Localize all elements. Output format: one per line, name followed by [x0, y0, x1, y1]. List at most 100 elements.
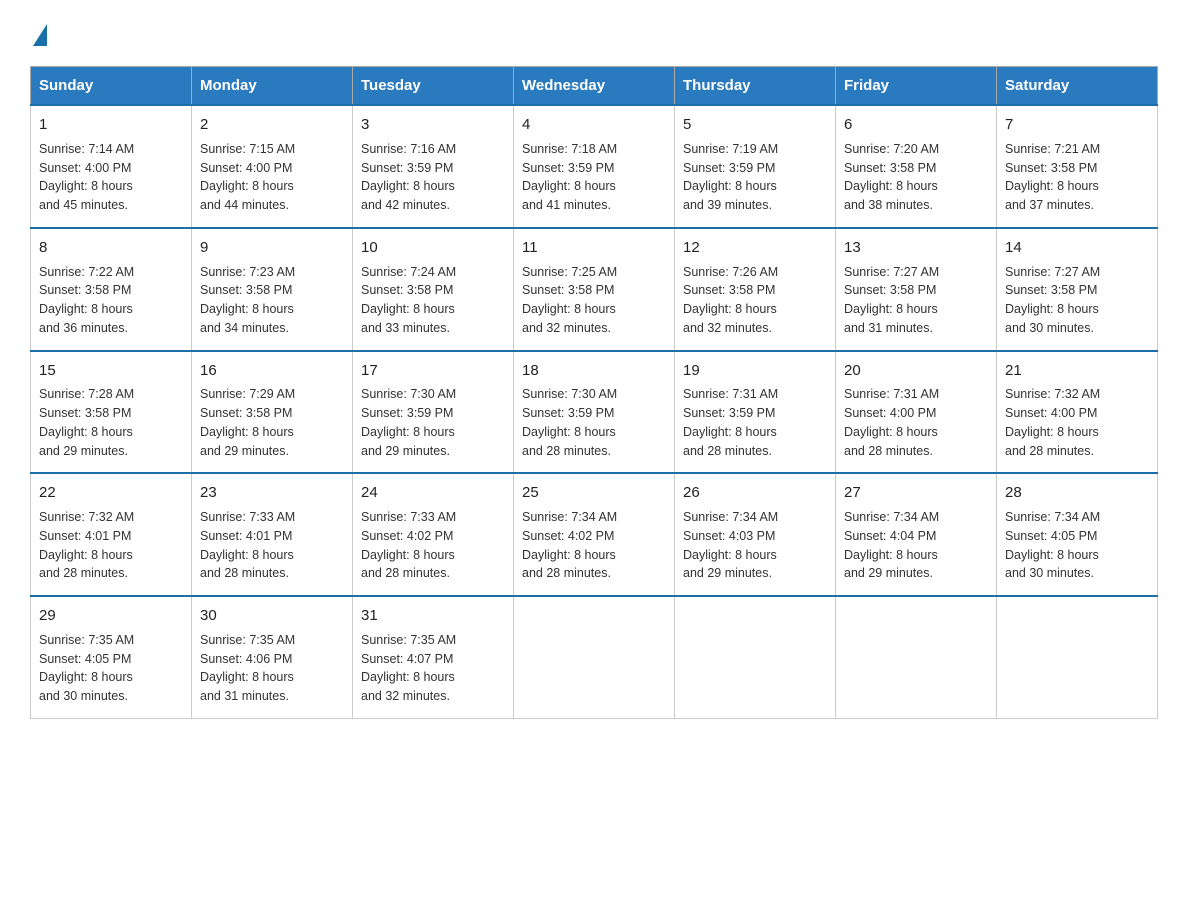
day-info: Sunrise: 7:29 AMSunset: 3:58 PMDaylight:…: [200, 385, 344, 460]
week-row-2: 8Sunrise: 7:22 AMSunset: 3:58 PMDaylight…: [31, 228, 1158, 351]
calendar-cell: 6 Sunrise: 7:20 AMSunset: 3:58 PMDaylight…: [836, 105, 997, 228]
day-number: 23: [200, 482, 344, 504]
day-number: 3: [361, 114, 505, 136]
day-number: 26: [683, 482, 827, 504]
day-info: Sunrise: 7:31 AMSunset: 4:00 PMDaylight:…: [844, 385, 988, 460]
col-header-friday: Friday: [836, 67, 997, 106]
day-info: Sunrise: 7:19 AMSunset: 3:59 PMDaylight:…: [683, 140, 827, 215]
day-info: Sunrise: 7:20 AMSunset: 3:58 PMDaylight:…: [844, 140, 988, 215]
calendar-table: SundayMondayTuesdayWednesdayThursdayFrid…: [30, 66, 1158, 719]
calendar-cell: [675, 596, 836, 718]
col-header-tuesday: Tuesday: [353, 67, 514, 106]
week-row-5: 29 Sunrise: 7:35 AMSunset: 4:05 PMDayligh…: [31, 596, 1158, 718]
calendar-cell: 23 Sunrise: 7:33 AMSunset: 4:01 PMDayligh…: [192, 473, 353, 596]
day-info: Sunrise: 7:35 AMSunset: 4:07 PMDaylight:…: [361, 631, 505, 706]
calendar-cell: 8Sunrise: 7:22 AMSunset: 3:58 PMDaylight…: [31, 228, 192, 351]
day-info: Sunrise: 7:14 AMSunset: 4:00 PMDaylight:…: [39, 140, 183, 215]
day-number: 22: [39, 482, 183, 504]
calendar-cell: 7 Sunrise: 7:21 AMSunset: 3:58 PMDaylight…: [997, 105, 1158, 228]
day-number: 8: [39, 237, 183, 259]
calendar-cell: 1 Sunrise: 7:14 AMSunset: 4:00 PMDaylight…: [31, 105, 192, 228]
day-number: 21: [1005, 360, 1149, 382]
week-row-4: 22 Sunrise: 7:32 AMSunset: 4:01 PMDayligh…: [31, 473, 1158, 596]
day-number: 9: [200, 237, 344, 259]
day-info: Sunrise: 7:27 AMSunset: 3:58 PMDaylight:…: [844, 263, 988, 338]
day-info: Sunrise: 7:35 AMSunset: 4:06 PMDaylight:…: [200, 631, 344, 706]
calendar-cell: [514, 596, 675, 718]
calendar-cell: 4 Sunrise: 7:18 AMSunset: 3:59 PMDaylight…: [514, 105, 675, 228]
calendar-cell: 19Sunrise: 7:31 AMSunset: 3:59 PMDayligh…: [675, 351, 836, 474]
col-header-wednesday: Wednesday: [514, 67, 675, 106]
calendar-cell: 31 Sunrise: 7:35 AMSunset: 4:07 PMDayligh…: [353, 596, 514, 718]
calendar-cell: 16 Sunrise: 7:29 AMSunset: 3:58 PMDayligh…: [192, 351, 353, 474]
day-info: Sunrise: 7:34 AMSunset: 4:02 PMDaylight:…: [522, 508, 666, 583]
calendar-cell: 18 Sunrise: 7:30 AMSunset: 3:59 PMDayligh…: [514, 351, 675, 474]
calendar-cell: 24Sunrise: 7:33 AMSunset: 4:02 PMDayligh…: [353, 473, 514, 596]
day-number: 5: [683, 114, 827, 136]
day-info: Sunrise: 7:24 AMSunset: 3:58 PMDaylight:…: [361, 263, 505, 338]
day-info: Sunrise: 7:27 AMSunset: 3:58 PMDaylight:…: [1005, 263, 1149, 338]
day-number: 1: [39, 114, 183, 136]
day-number: 31: [361, 605, 505, 627]
calendar-cell: 22 Sunrise: 7:32 AMSunset: 4:01 PMDayligh…: [31, 473, 192, 596]
calendar-cell: 28Sunrise: 7:34 AMSunset: 4:05 PMDayligh…: [997, 473, 1158, 596]
day-number: 18: [522, 360, 666, 382]
day-info: Sunrise: 7:32 AMSunset: 4:01 PMDaylight:…: [39, 508, 183, 583]
day-info: Sunrise: 7:21 AMSunset: 3:58 PMDaylight:…: [1005, 140, 1149, 215]
calendar-cell: 30 Sunrise: 7:35 AMSunset: 4:06 PMDayligh…: [192, 596, 353, 718]
day-info: Sunrise: 7:26 AMSunset: 3:58 PMDaylight:…: [683, 263, 827, 338]
calendar-cell: [997, 596, 1158, 718]
day-info: Sunrise: 7:23 AMSunset: 3:58 PMDaylight:…: [200, 263, 344, 338]
calendar-cell: 14 Sunrise: 7:27 AMSunset: 3:58 PMDayligh…: [997, 228, 1158, 351]
day-number: 7: [1005, 114, 1149, 136]
day-number: 28: [1005, 482, 1149, 504]
calendar-cell: [836, 596, 997, 718]
day-info: Sunrise: 7:33 AMSunset: 4:01 PMDaylight:…: [200, 508, 344, 583]
week-row-1: 1 Sunrise: 7:14 AMSunset: 4:00 PMDaylight…: [31, 105, 1158, 228]
calendar-cell: 10 Sunrise: 7:24 AMSunset: 3:58 PMDayligh…: [353, 228, 514, 351]
calendar-cell: 25Sunrise: 7:34 AMSunset: 4:02 PMDayligh…: [514, 473, 675, 596]
calendar-cell: 15Sunrise: 7:28 AMSunset: 3:58 PMDayligh…: [31, 351, 192, 474]
day-number: 30: [200, 605, 344, 627]
calendar-cell: 20Sunrise: 7:31 AMSunset: 4:00 PMDayligh…: [836, 351, 997, 474]
calendar-cell: 26Sunrise: 7:34 AMSunset: 4:03 PMDayligh…: [675, 473, 836, 596]
day-number: 10: [361, 237, 505, 259]
calendar-cell: 3 Sunrise: 7:16 AMSunset: 3:59 PMDaylight…: [353, 105, 514, 228]
logo-triangle-icon: [33, 24, 47, 46]
day-info: Sunrise: 7:18 AMSunset: 3:59 PMDaylight:…: [522, 140, 666, 215]
day-info: Sunrise: 7:16 AMSunset: 3:59 PMDaylight:…: [361, 140, 505, 215]
day-info: Sunrise: 7:30 AMSunset: 3:59 PMDaylight:…: [522, 385, 666, 460]
day-number: 11: [522, 237, 666, 259]
day-info: Sunrise: 7:15 AMSunset: 4:00 PMDaylight:…: [200, 140, 344, 215]
calendar-cell: 12 Sunrise: 7:26 AMSunset: 3:58 PMDayligh…: [675, 228, 836, 351]
day-info: Sunrise: 7:32 AMSunset: 4:00 PMDaylight:…: [1005, 385, 1149, 460]
day-number: 19: [683, 360, 827, 382]
calendar-cell: 29 Sunrise: 7:35 AMSunset: 4:05 PMDayligh…: [31, 596, 192, 718]
day-number: 29: [39, 605, 183, 627]
day-number: 14: [1005, 237, 1149, 259]
day-number: 12: [683, 237, 827, 259]
calendar-header-row: SundayMondayTuesdayWednesdayThursdayFrid…: [31, 67, 1158, 106]
col-header-saturday: Saturday: [997, 67, 1158, 106]
day-number: 4: [522, 114, 666, 136]
day-info: Sunrise: 7:25 AMSunset: 3:58 PMDaylight:…: [522, 263, 666, 338]
calendar-cell: 13 Sunrise: 7:27 AMSunset: 3:58 PMDayligh…: [836, 228, 997, 351]
day-info: Sunrise: 7:33 AMSunset: 4:02 PMDaylight:…: [361, 508, 505, 583]
day-number: 6: [844, 114, 988, 136]
col-header-monday: Monday: [192, 67, 353, 106]
page-header: [30, 20, 1158, 46]
day-info: Sunrise: 7:35 AMSunset: 4:05 PMDaylight:…: [39, 631, 183, 706]
col-header-sunday: Sunday: [31, 67, 192, 106]
day-number: 13: [844, 237, 988, 259]
calendar-cell: 5 Sunrise: 7:19 AMSunset: 3:59 PMDaylight…: [675, 105, 836, 228]
day-number: 16: [200, 360, 344, 382]
week-row-3: 15Sunrise: 7:28 AMSunset: 3:58 PMDayligh…: [31, 351, 1158, 474]
calendar-cell: 27Sunrise: 7:34 AMSunset: 4:04 PMDayligh…: [836, 473, 997, 596]
day-number: 17: [361, 360, 505, 382]
calendar-cell: 9 Sunrise: 7:23 AMSunset: 3:58 PMDaylight…: [192, 228, 353, 351]
day-number: 15: [39, 360, 183, 382]
calendar-cell: 17 Sunrise: 7:30 AMSunset: 3:59 PMDayligh…: [353, 351, 514, 474]
day-info: Sunrise: 7:30 AMSunset: 3:59 PMDaylight:…: [361, 385, 505, 460]
calendar-cell: 11 Sunrise: 7:25 AMSunset: 3:58 PMDayligh…: [514, 228, 675, 351]
day-number: 2: [200, 114, 344, 136]
